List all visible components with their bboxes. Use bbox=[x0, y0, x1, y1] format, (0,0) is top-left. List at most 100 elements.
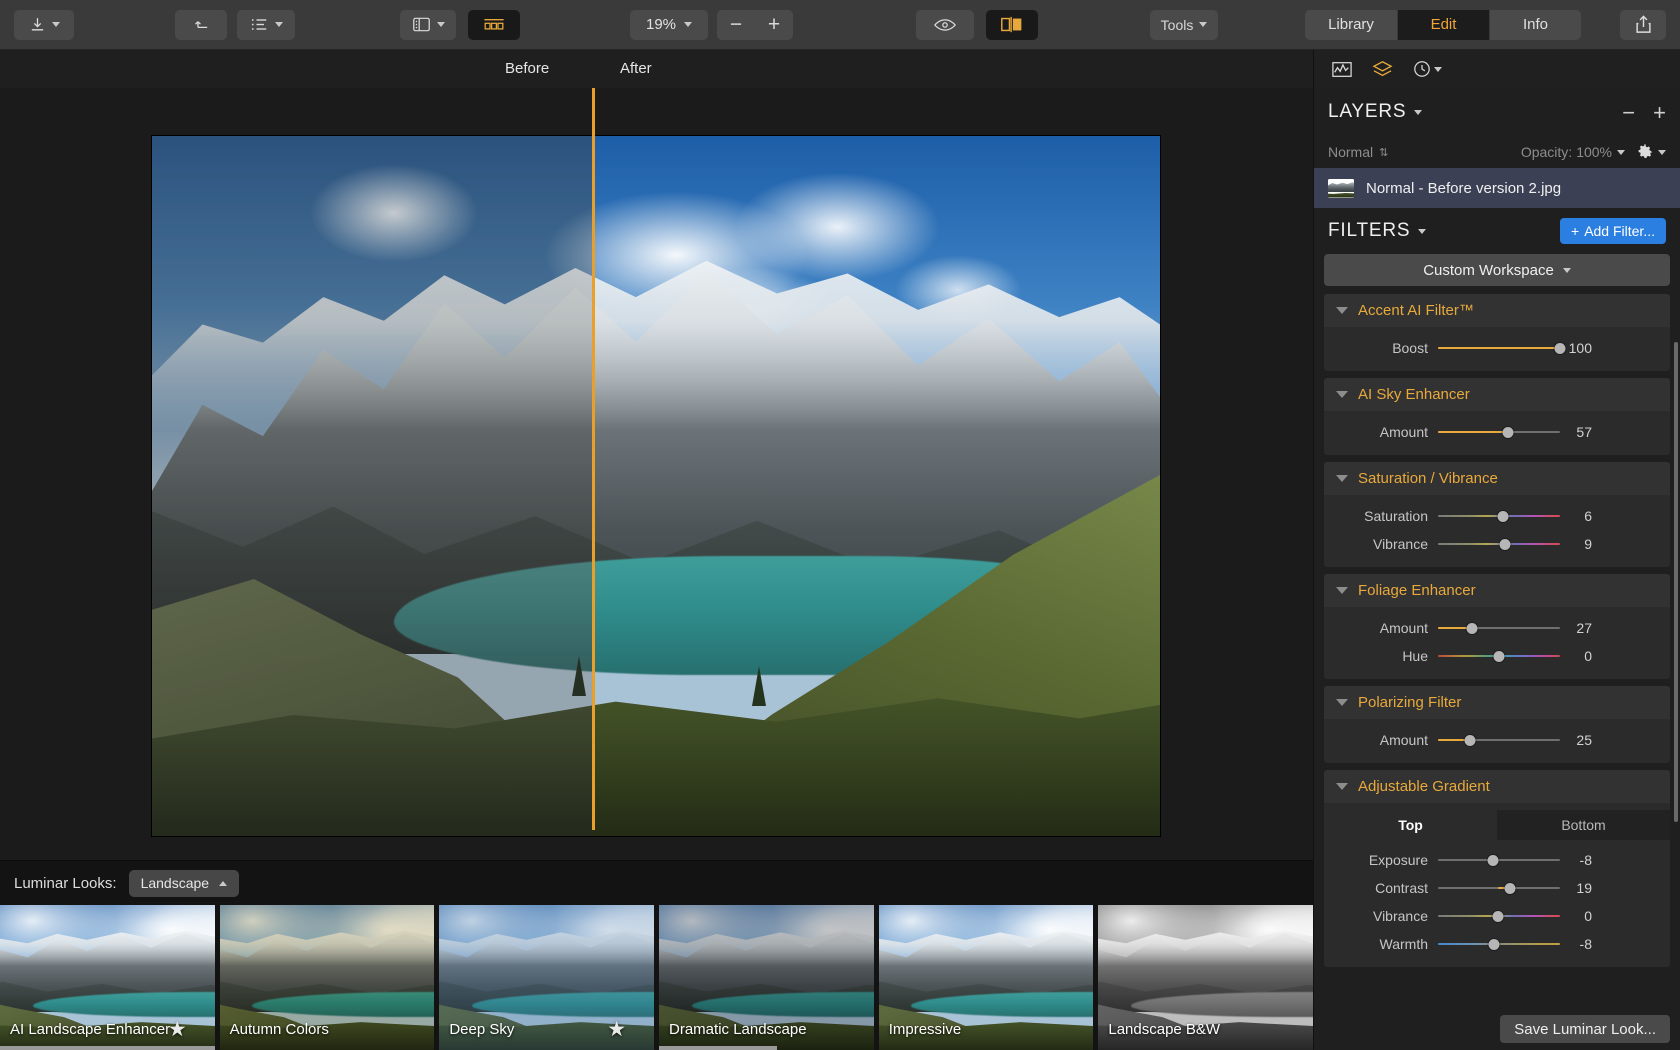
layers-icon[interactable] bbox=[1372, 60, 1393, 78]
side-panel-toggle[interactable] bbox=[400, 9, 456, 40]
look-card[interactable]: AI Landscape Enhancer ★ bbox=[0, 905, 215, 1050]
slider-label: Warmth bbox=[1379, 936, 1428, 952]
add-filter-button[interactable]: + Add Filter... bbox=[1560, 218, 1666, 244]
luminar-app-window: 19% − + Tools Library Edit Info Before A… bbox=[0, 0, 1680, 1050]
disclosure-triangle-icon[interactable] bbox=[1336, 699, 1348, 706]
slider-row: Amount 25 bbox=[1324, 726, 1670, 754]
tab-gradient-bottom[interactable]: Bottom bbox=[1497, 810, 1670, 840]
top-toolbar: 19% − + Tools Library Edit Info bbox=[0, 0, 1680, 50]
opacity-value[interactable]: 100% bbox=[1576, 144, 1612, 160]
zoom-out-button[interactable]: − bbox=[717, 9, 755, 40]
look-card[interactable]: Landscape B&W bbox=[1098, 905, 1314, 1050]
chevron-down-icon bbox=[51, 22, 60, 27]
filter-group: Polarizing Filter Amount 25 bbox=[1324, 686, 1670, 763]
workspace-select[interactable]: Custom Workspace bbox=[1324, 254, 1670, 286]
slider-track[interactable] bbox=[1438, 621, 1560, 635]
before-after-compare-button[interactable] bbox=[986, 9, 1038, 40]
histogram-icon[interactable] bbox=[1332, 61, 1352, 78]
tab-info[interactable]: Info bbox=[1489, 9, 1581, 40]
favorite-star-icon[interactable]: ★ bbox=[168, 1017, 187, 1042]
chevron-down-icon[interactable] bbox=[1658, 149, 1666, 155]
updown-chevron-icon[interactable]: ⇅ bbox=[1379, 146, 1388, 159]
side-panel-icon bbox=[412, 16, 431, 33]
slider-row: Amount 27 bbox=[1324, 614, 1670, 642]
disclosure-triangle-icon[interactable] bbox=[1336, 307, 1348, 314]
eye-icon bbox=[934, 18, 956, 32]
filter-group-header[interactable]: AI Sky Enhancer bbox=[1324, 378, 1670, 411]
compare-split-handle[interactable] bbox=[592, 88, 595, 830]
remove-layer-button[interactable]: − bbox=[1622, 100, 1635, 126]
disclosure-triangle-icon[interactable] bbox=[1336, 587, 1348, 594]
slider-track[interactable] bbox=[1438, 341, 1566, 355]
photo-compare-view[interactable] bbox=[152, 136, 1160, 836]
slider-label: Amount bbox=[1379, 424, 1428, 440]
favorite-star-icon[interactable]: ★ bbox=[607, 1017, 626, 1042]
chevron-down-icon bbox=[684, 22, 693, 27]
share-button[interactable] bbox=[1620, 9, 1666, 40]
filmstrip-toggle[interactable] bbox=[468, 9, 520, 40]
filter-group-header[interactable]: Polarizing Filter bbox=[1324, 686, 1670, 719]
layer-list-item[interactable]: Normal - Before version 2.jpg bbox=[1314, 168, 1680, 208]
slider-track[interactable] bbox=[1438, 881, 1560, 895]
tab-gradient-top[interactable]: Top bbox=[1324, 810, 1497, 840]
layers-section-header: LAYERS − + bbox=[1314, 88, 1680, 136]
gear-icon[interactable] bbox=[1637, 144, 1653, 160]
look-card[interactable]: Autumn Colors bbox=[219, 905, 435, 1050]
filter-group-header[interactable]: Adjustable Gradient bbox=[1324, 770, 1670, 803]
add-filter-label: Add Filter... bbox=[1584, 223, 1655, 239]
disclosure-triangle-icon[interactable] bbox=[1336, 783, 1348, 790]
filter-group-body: Saturation 6 Vibrance 9 bbox=[1324, 495, 1670, 567]
export-button[interactable] bbox=[14, 9, 74, 40]
zoom-level-select[interactable]: 19% bbox=[630, 9, 708, 40]
chevron-down-icon bbox=[274, 22, 283, 27]
opacity-label: Opacity: bbox=[1520, 144, 1573, 160]
disclosure-triangle-icon[interactable] bbox=[1336, 391, 1348, 398]
undo-button[interactable] bbox=[175, 9, 227, 40]
download-icon bbox=[29, 16, 46, 33]
slider-track[interactable] bbox=[1438, 733, 1560, 747]
filter-group-header[interactable]: Accent AI Filter™ bbox=[1324, 294, 1670, 327]
slider-track[interactable] bbox=[1438, 509, 1560, 523]
view-options-button[interactable] bbox=[237, 9, 295, 40]
after-image bbox=[592, 136, 1160, 836]
slider-track[interactable] bbox=[1438, 537, 1560, 551]
slider-row: Vibrance 9 bbox=[1324, 530, 1670, 558]
slider-track[interactable] bbox=[1438, 425, 1560, 439]
tab-library[interactable]: Library bbox=[1305, 9, 1397, 40]
slider-label: Vibrance bbox=[1372, 908, 1428, 924]
slider-label: Exposure bbox=[1368, 852, 1428, 868]
look-card[interactable]: Impressive bbox=[878, 905, 1094, 1050]
slider-track[interactable] bbox=[1438, 853, 1560, 867]
filter-group-header[interactable]: Saturation / Vibrance bbox=[1324, 462, 1670, 495]
disclosure-triangle-icon[interactable] bbox=[1336, 475, 1348, 482]
tools-menu-button[interactable]: Tools bbox=[1150, 9, 1218, 40]
canvas-stage[interactable] bbox=[0, 88, 1313, 860]
slider-value: 25 bbox=[1576, 732, 1592, 748]
layer-name: Normal - Before version 2.jpg bbox=[1366, 179, 1562, 197]
history-clock-icon[interactable] bbox=[1413, 60, 1442, 78]
slider-track[interactable] bbox=[1438, 909, 1560, 923]
slider-track[interactable] bbox=[1438, 649, 1560, 663]
filter-group-header[interactable]: Foliage Enhancer bbox=[1324, 574, 1670, 607]
chevron-down-icon[interactable] bbox=[1414, 109, 1423, 115]
chevron-down-icon[interactable] bbox=[1418, 228, 1427, 234]
filters-scrollbar[interactable] bbox=[1674, 342, 1678, 822]
looks-category-select[interactable]: Landscape bbox=[128, 869, 240, 897]
chevron-down-icon[interactable] bbox=[1617, 149, 1625, 155]
photo-before-half bbox=[152, 136, 592, 836]
look-card[interactable]: Dramatic Landscape bbox=[659, 905, 874, 1050]
add-layer-button[interactable]: + bbox=[1653, 100, 1666, 126]
layers-title: LAYERS bbox=[1328, 101, 1407, 122]
slider-track[interactable] bbox=[1438, 937, 1560, 951]
blend-mode-select[interactable]: Normal bbox=[1328, 144, 1373, 160]
layer-thumbnail bbox=[1328, 178, 1354, 198]
look-card[interactable]: Deep Sky ★ bbox=[439, 905, 655, 1050]
save-luminar-look-button[interactable]: Save Luminar Look... bbox=[1500, 1015, 1670, 1043]
zoom-in-button[interactable]: + bbox=[755, 9, 793, 40]
gradient-position-tabs: Top Bottom bbox=[1324, 810, 1670, 840]
tab-edit[interactable]: Edit bbox=[1397, 9, 1489, 40]
layer-blend-row: Normal ⇅ Opacity: 100% bbox=[1314, 136, 1680, 168]
list-view-icon bbox=[250, 17, 269, 32]
preview-toggle-button[interactable] bbox=[916, 9, 974, 40]
slider-row: Warmth -8 bbox=[1324, 930, 1670, 958]
